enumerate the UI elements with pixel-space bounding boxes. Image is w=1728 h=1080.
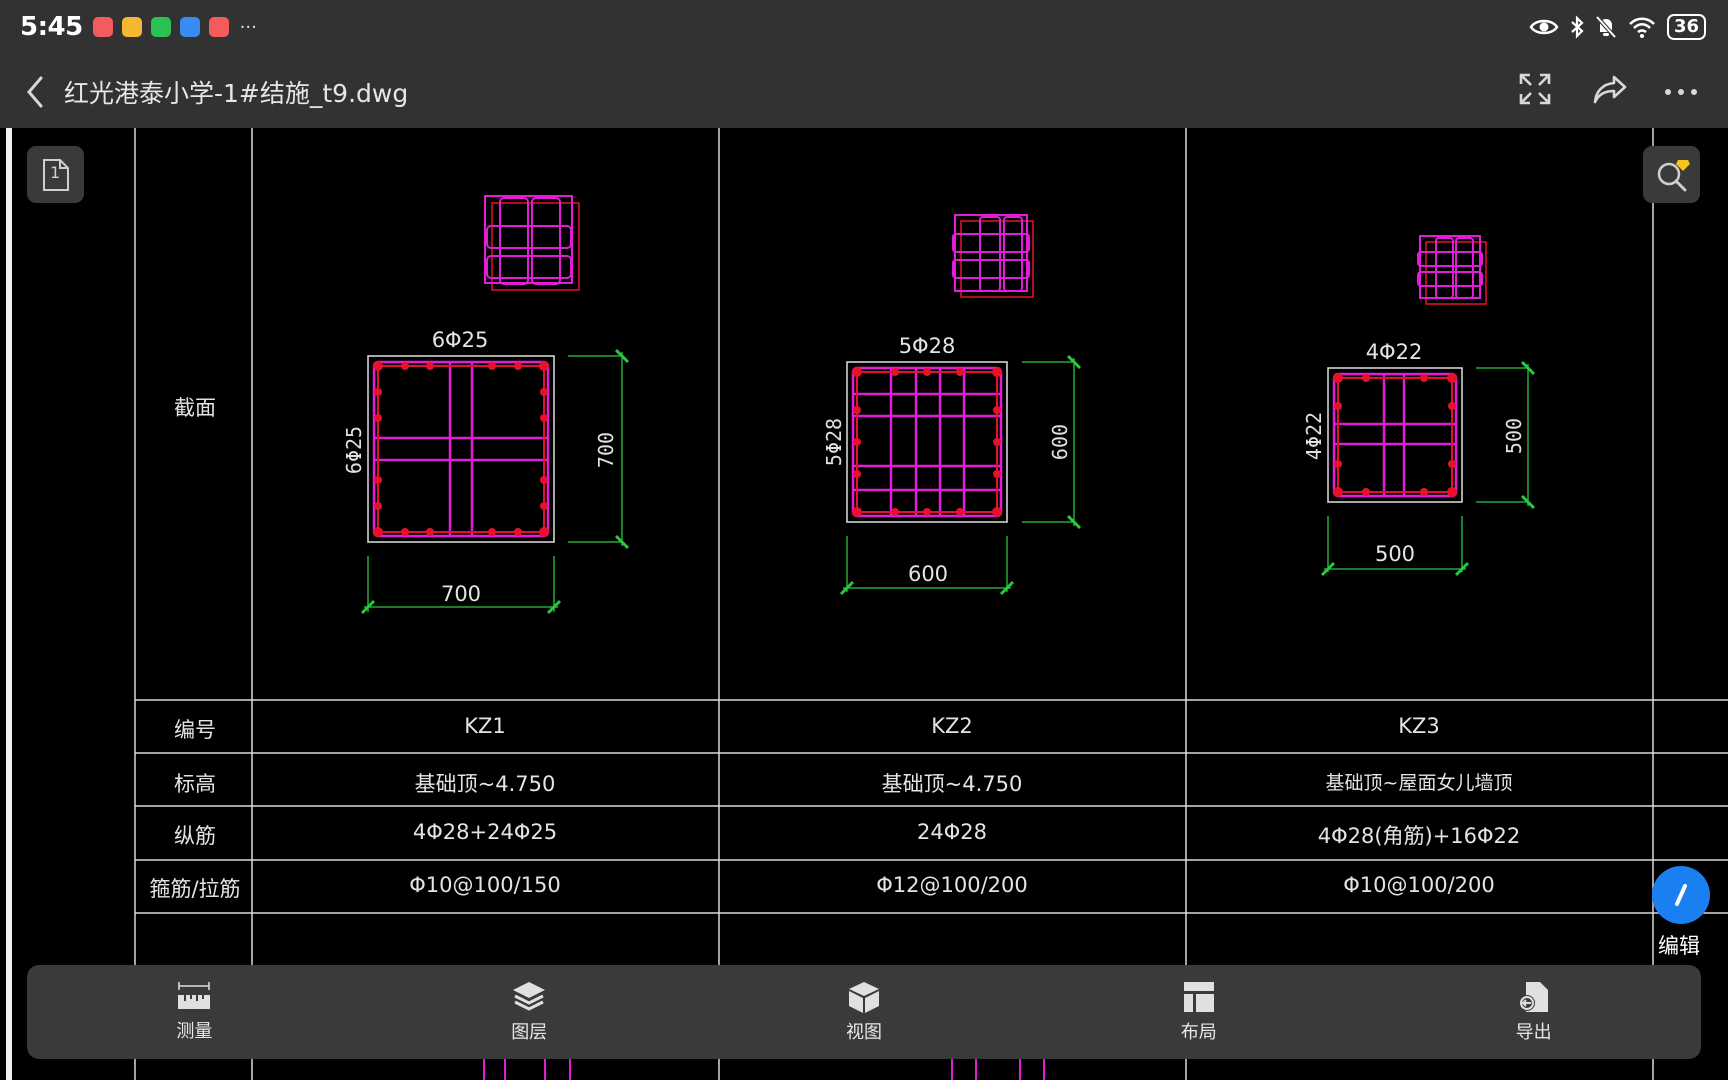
row-label-section: 截面 xyxy=(174,396,216,420)
kz3-elevation: 基础顶~屋面女儿墙顶 xyxy=(1325,772,1513,794)
cad-drawing xyxy=(134,128,1728,1080)
kz2-stirrup-detail xyxy=(952,214,1034,298)
kz3-stirrup: Φ10@100/200 xyxy=(1343,873,1495,897)
kz2-width-dim: 600 xyxy=(907,562,949,586)
wechat-icon xyxy=(150,17,171,37)
view-button[interactable]: 视图 xyxy=(697,965,1032,1059)
layout-button[interactable]: 布局 xyxy=(1031,965,1366,1059)
layers-button[interactable]: 图层 xyxy=(362,965,697,1059)
more-notifications-indicator: ··· xyxy=(239,16,257,38)
chevron-left-icon xyxy=(27,76,43,108)
layout-icon xyxy=(1183,982,1214,1012)
row-label-longitudinal: 纵筋 xyxy=(174,824,216,848)
left-edge-bar xyxy=(6,128,12,1080)
kz1-height-dim: 700 xyxy=(594,431,618,469)
kz2-longitudinal: 24Φ28 xyxy=(917,820,987,844)
document-toolbar: 红光港泰小学-1#结施_t9.dwg xyxy=(0,54,1728,128)
kz3-longitudinal: 4Φ28(角筋)+16Φ22 xyxy=(1317,824,1521,848)
kz1-stirrup: Φ10@100/150 xyxy=(409,873,561,897)
row-label-elevation: 标高 xyxy=(174,772,216,796)
cube-icon xyxy=(848,982,879,1013)
kz3-height-dim: 500 xyxy=(1502,417,1526,455)
mute-bell-icon xyxy=(1595,15,1617,39)
more-dots-icon xyxy=(1665,89,1697,95)
kz3-section xyxy=(1320,360,1536,577)
export-icon xyxy=(1518,982,1548,1012)
page-number: 1 xyxy=(50,163,61,182)
share-button[interactable] xyxy=(1592,72,1628,110)
kz2-side-bars: 5Φ28 xyxy=(822,417,846,467)
status-icons: 36 xyxy=(1529,14,1706,40)
kz1-section xyxy=(360,348,630,615)
share-icon xyxy=(1593,75,1627,104)
layout-label: 布局 xyxy=(1180,1022,1217,1043)
kz2-stirrup: Φ12@100/200 xyxy=(876,873,1028,897)
kz2-height-dim: 600 xyxy=(1048,423,1072,461)
app-red-2-icon xyxy=(208,17,229,37)
kz1-stirrup-detail xyxy=(484,195,580,291)
view-label: 视图 xyxy=(845,1022,882,1043)
kz3-id: KZ3 xyxy=(1398,714,1440,738)
kz2-section xyxy=(839,354,1082,596)
kz3-stirrup-detail xyxy=(1417,235,1487,305)
battery-indicator: 36 xyxy=(1666,14,1706,40)
measure-label: 测量 xyxy=(176,1021,213,1042)
wifi-icon xyxy=(1629,17,1655,38)
kz1-id: KZ1 xyxy=(464,714,506,738)
kz2-elevation: 基础顶~4.750 xyxy=(881,772,1023,796)
pen-icon xyxy=(1675,884,1687,906)
edit-label: 编辑 xyxy=(1658,934,1700,958)
table-grid xyxy=(134,128,1728,1080)
back-button[interactable] xyxy=(24,74,46,114)
drawing-canvas[interactable]: 截面 编号 标高 纵筋 箍筋/拉筋 6Φ25 6Φ25 700 700 KZ1 … xyxy=(0,128,1728,1080)
mail-icon xyxy=(121,17,142,37)
bluetooth-icon xyxy=(1571,15,1584,39)
export-button[interactable]: 导出 xyxy=(1366,965,1701,1059)
kz1-longitudinal: 4Φ28+24Φ25 xyxy=(412,820,558,844)
expand-icon xyxy=(1519,73,1551,105)
kz1-elevation: 基础顶~4.750 xyxy=(414,772,556,796)
document-title: 红光港泰小学-1#结施_t9.dwg xyxy=(64,79,409,108)
row-label-id: 编号 xyxy=(174,718,216,742)
kz1-side-bars: 6Φ25 xyxy=(342,425,366,475)
layers-icon xyxy=(513,982,546,1011)
shield-app-icon xyxy=(179,17,200,37)
export-label: 导出 xyxy=(1515,1022,1552,1043)
page-selector-button[interactable]: 1 xyxy=(27,146,84,203)
more-options-button[interactable] xyxy=(1664,82,1698,101)
kz1-top-bars: 6Φ25 xyxy=(431,328,489,352)
measure-button[interactable]: 测量 xyxy=(27,965,362,1059)
status-time: 5:45 xyxy=(20,12,83,42)
kz3-top-bars: 4Φ22 xyxy=(1365,340,1423,364)
edit-button[interactable] xyxy=(1652,866,1710,924)
kz1-width-dim: 700 xyxy=(440,582,482,606)
status-bar: 5:45 ··· 36 xyxy=(0,0,1728,54)
eye-icon xyxy=(1529,19,1559,35)
kz3-side-bars: 4Φ22 xyxy=(1302,411,1326,461)
kz2-top-bars: 5Φ28 xyxy=(898,334,956,358)
row-label-stirrup: 箍筋/拉筋 xyxy=(149,877,241,901)
bottom-toolbar: 测量 图层 视图 布局 导出 xyxy=(27,965,1701,1059)
kz2-id: KZ2 xyxy=(931,714,973,738)
next-row-partial xyxy=(483,1057,1045,1080)
fullscreen-button[interactable] xyxy=(1518,72,1552,110)
search-premium-icon xyxy=(1657,159,1690,191)
layers-label: 图层 xyxy=(511,1022,548,1043)
app-red-icon xyxy=(92,17,113,37)
ruler-icon xyxy=(178,982,211,1009)
kz3-width-dim: 500 xyxy=(1374,542,1416,566)
search-button[interactable] xyxy=(1643,146,1700,203)
